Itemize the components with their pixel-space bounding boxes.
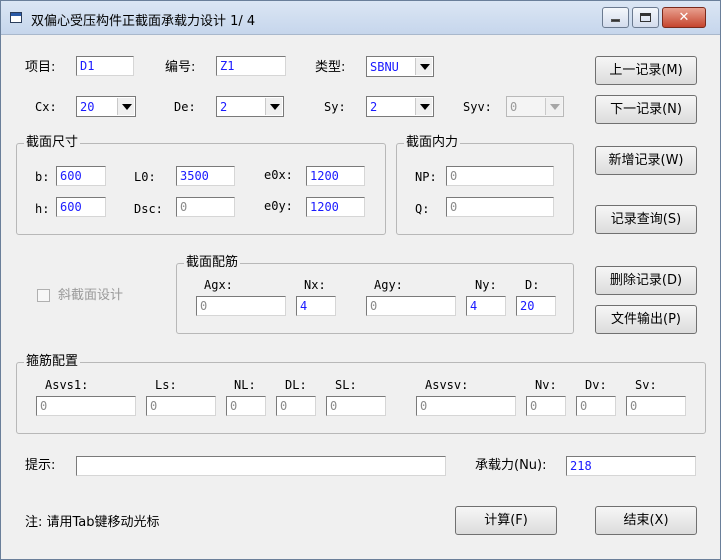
nv-label: Nv:	[535, 378, 557, 392]
ls-input[interactable]: 0	[146, 396, 216, 416]
hint-label: 提示:	[25, 458, 56, 473]
nl-input[interactable]: 0	[226, 396, 266, 416]
minimize-icon	[611, 19, 620, 22]
de-select-value: 2	[220, 100, 228, 114]
e0x-input[interactable]: 1200	[306, 166, 365, 186]
syv-select-chevron-down-icon	[545, 98, 562, 115]
stirrup-title: 箍筋配置	[24, 354, 81, 370]
d-label: D:	[525, 278, 540, 292]
agx-input[interactable]: 0	[196, 296, 286, 316]
sy-label: Sy:	[324, 100, 346, 114]
cx-select-chevron-down-icon[interactable]	[117, 98, 134, 115]
np-input[interactable]: 0	[446, 166, 554, 186]
sy-select-chevron-down-icon[interactable]	[415, 98, 432, 115]
query-record-button[interactable]: 记录查询(S)	[595, 205, 697, 234]
capacity-output: 218	[566, 456, 696, 476]
dv-input[interactable]: 0	[576, 396, 616, 416]
maximize-icon	[640, 13, 651, 22]
agy-input[interactable]: 0	[366, 296, 456, 316]
sy-select-value: 2	[370, 100, 378, 114]
asvs1-label: Asvs1:	[45, 378, 89, 392]
end-button[interactable]: 结束(X)	[595, 506, 697, 535]
e0y-input[interactable]: 1200	[306, 197, 365, 217]
dsc-input[interactable]: 0	[176, 197, 235, 217]
dv-label: Dv:	[585, 378, 607, 392]
type-select-chevron-down-icon[interactable]	[415, 58, 432, 75]
nl-label: NL:	[234, 378, 256, 392]
tab-key-note: 注: 请用Tab键移动光标	[25, 515, 160, 530]
nx-label: Nx:	[304, 278, 326, 292]
e0y-label: e0y:	[264, 199, 293, 213]
de-label: De:	[174, 100, 196, 114]
hint-input[interactable]	[76, 456, 446, 476]
sl-input[interactable]: 0	[326, 396, 386, 416]
prev-record-button[interactable]: 上一记录(M)	[595, 56, 697, 85]
cx-select-value: 20	[80, 100, 95, 114]
ny-input[interactable]: 4	[466, 296, 506, 316]
cx-select[interactable]: 20	[76, 96, 136, 117]
agx-label: Agx:	[204, 278, 233, 292]
dl-input[interactable]: 0	[276, 396, 316, 416]
close-button[interactable]: ✕	[662, 7, 706, 28]
ls-label: Ls:	[155, 378, 177, 392]
calculate-button[interactable]: 计算(F)	[455, 506, 557, 535]
nx-input[interactable]: 4	[296, 296, 336, 316]
code-label: 编号:	[165, 60, 196, 75]
h-input[interactable]: 600	[56, 197, 106, 217]
rebar-title: 截面配筋	[184, 255, 241, 271]
section-force-group: 截面内力	[396, 135, 574, 235]
asvsv-input[interactable]: 0	[416, 396, 516, 416]
asvsv-label: Asvsv:	[425, 378, 469, 392]
b-label: b:	[35, 170, 50, 184]
q-label: Q:	[415, 202, 430, 216]
file-export-button[interactable]: 文件输出(P)	[595, 305, 697, 334]
project-label: 项目:	[25, 60, 56, 75]
de-select[interactable]: 2	[216, 96, 284, 117]
section-force-title: 截面内力	[404, 135, 461, 151]
app-icon	[10, 12, 22, 23]
l0-label: L0:	[134, 170, 156, 184]
window-title: 双偏心受压构件正截面承载力设计 1/ 4	[31, 14, 256, 29]
np-label: NP:	[415, 170, 437, 184]
e0x-label: e0x:	[264, 168, 293, 182]
q-input[interactable]: 0	[446, 197, 554, 217]
section-size-group: 截面尺寸	[16, 135, 386, 235]
h-label: h:	[35, 202, 50, 216]
dl-label: DL:	[285, 378, 307, 392]
d-input[interactable]: 20	[516, 296, 556, 316]
ny-label: Ny:	[475, 278, 497, 292]
maximize-button[interactable]	[632, 7, 659, 28]
agy-label: Agy:	[374, 278, 403, 292]
oblique-design-label: 斜截面设计	[58, 288, 124, 303]
b-input[interactable]: 600	[56, 166, 106, 186]
syv-select: 0	[506, 96, 564, 117]
sy-select[interactable]: 2	[366, 96, 434, 117]
cx-label: Cx:	[35, 100, 57, 114]
capacity-label: 承载力(Nu):	[475, 458, 547, 473]
nv-input[interactable]: 0	[526, 396, 566, 416]
sv-input[interactable]: 0	[626, 396, 686, 416]
section-size-title: 截面尺寸	[24, 135, 81, 151]
add-record-button[interactable]: 新增记录(W)	[595, 146, 697, 175]
sv-label: Sv:	[635, 378, 657, 392]
code-input[interactable]: Z1	[216, 56, 286, 76]
close-icon: ✕	[678, 10, 690, 25]
l0-input[interactable]: 3500	[176, 166, 235, 186]
next-record-button[interactable]: 下一记录(N)	[595, 95, 697, 124]
type-select-value: SBNU	[370, 60, 399, 74]
asvs1-input[interactable]: 0	[36, 396, 136, 416]
main-window: 双偏心受压构件正截面承载力设计 1/ 4 ✕ 项目: D1 编号: Z1 类型:…	[0, 0, 721, 560]
de-select-chevron-down-icon[interactable]	[265, 98, 282, 115]
type-select[interactable]: SBNU	[366, 56, 434, 77]
sl-label: SL:	[335, 378, 357, 392]
title-bar[interactable]: 双偏心受压构件正截面承载力设计 1/ 4 ✕	[1, 1, 720, 35]
delete-record-button[interactable]: 删除记录(D)	[595, 266, 697, 295]
project-input[interactable]: D1	[76, 56, 134, 76]
syv-select-value: 0	[510, 100, 518, 114]
type-label: 类型:	[315, 60, 346, 75]
syv-label: Syv:	[463, 100, 492, 114]
dsc-label: Dsc:	[134, 202, 163, 216]
minimize-button[interactable]	[602, 7, 629, 28]
oblique-design-checkbox	[37, 289, 50, 302]
